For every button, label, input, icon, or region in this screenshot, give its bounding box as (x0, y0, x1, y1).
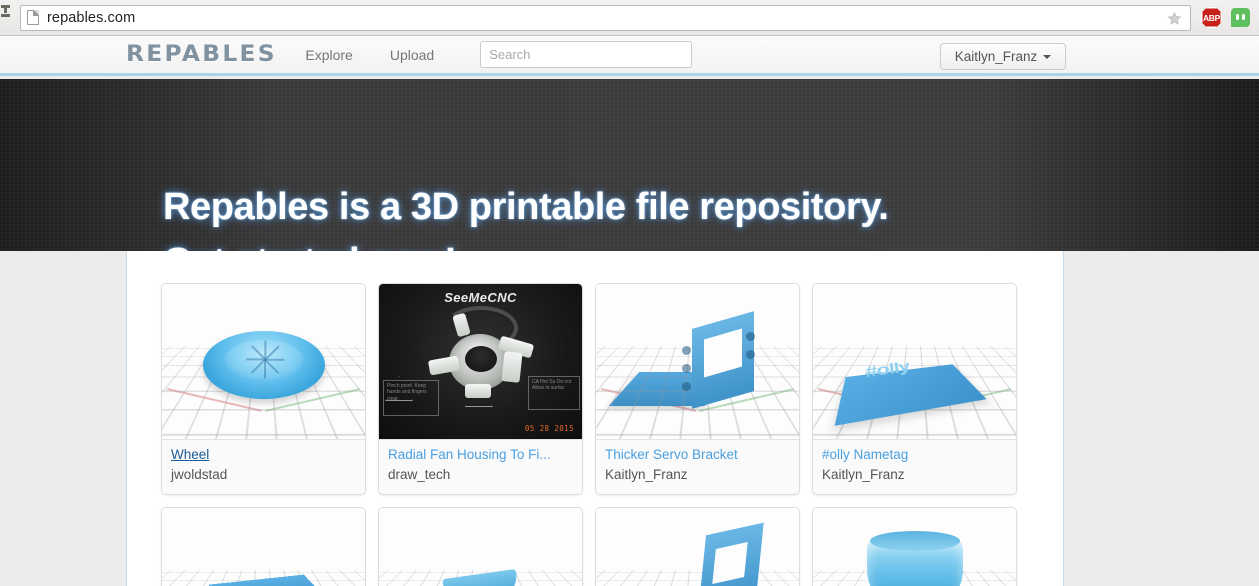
repable-title-link[interactable]: Thicker Servo Bracket (605, 447, 790, 462)
site-logo[interactable]: REPABLES (126, 42, 277, 67)
user-menu-label: Kaitlyn_Franz (954, 49, 1038, 64)
bracket-hole (746, 332, 755, 341)
repable-thumbnail-wedge-curve (379, 508, 582, 586)
repable-caption: #olly Nametag Kaitlyn_Franz (813, 439, 1016, 494)
chevron-down-icon (1043, 54, 1052, 59)
repable-thumbnail-bracket (596, 284, 799, 439)
page-icon (27, 10, 39, 25)
fan-housing-tab (451, 312, 471, 338)
site-navbar: REPABLES Explore Upload Kaitlyn_Franz (0, 36, 1259, 76)
address-bar-url: repables.com (47, 9, 136, 26)
repable-card[interactable]: Wheel jwoldstad (161, 283, 366, 495)
browser-extensions: ABP (1197, 7, 1259, 28)
repable-caption: Thicker Servo Bracket Kaitlyn_Franz (596, 439, 799, 494)
repable-thumbnail-photo: SeeMeCNC Pinch point. Keep hands and fin… (379, 284, 582, 439)
bracket-hole (746, 350, 755, 359)
bracket-hole (682, 364, 691, 373)
adblock-plus-icon[interactable]: ABP (1201, 7, 1222, 28)
repable-author: draw_tech (388, 467, 451, 482)
repable-caption: Radial Fan Housing To Fi... draw_tech (379, 439, 582, 494)
viewer-grid-floor (379, 508, 582, 570)
bracket-hole (682, 382, 691, 391)
repable-author: Kaitlyn_Franz (822, 467, 905, 482)
repable-card-grid: Wheel jwoldstad SeeMeCNC Pinch point. Ke… (127, 251, 1063, 586)
repable-title-link[interactable]: Wheel (171, 447, 356, 462)
repable-card[interactable] (595, 507, 800, 586)
repable-thumbnail-cup (813, 508, 1016, 586)
printer-brand-label: SeeMeCNC (444, 290, 517, 305)
fan-housing-nozzle (500, 351, 523, 383)
repable-thumbnail-wheel (162, 284, 365, 439)
star-icon[interactable] (1166, 10, 1183, 27)
hangouts-icon[interactable] (1231, 8, 1250, 27)
window-edge-icon (1, 4, 10, 19)
address-bar[interactable]: repables.com (20, 4, 1191, 31)
repable-author: Kaitlyn_Franz (605, 467, 688, 482)
nav-item-explore[interactable]: Explore (305, 47, 352, 63)
warning-label-right-text: CA Hot Su Do not Allow to surfac (532, 379, 572, 392)
hero-headline-line2: Get started now! (163, 241, 457, 251)
repable-card[interactable]: #olly #olly Nametag Kaitlyn_Franz (812, 283, 1017, 495)
repable-card[interactable] (161, 507, 366, 586)
hero-headline-line1: Repables is a 3D printable file reposito… (163, 186, 889, 228)
repable-author: jwoldstad (171, 467, 228, 482)
repable-thumbnail-wedge-flat (162, 508, 365, 586)
viewer-grid-floor (596, 508, 799, 570)
adblock-plus-label: ABP (1202, 12, 1221, 23)
search-input[interactable] (480, 41, 693, 68)
repable-card[interactable]: Thicker Servo Bracket Kaitlyn_Franz (595, 283, 800, 495)
fan-housing-bore (464, 346, 497, 372)
warning-label-right: CA Hot Su Do not Allow to surfac (528, 376, 580, 410)
photo-date-stamp: 05 28 2015 (524, 424, 574, 433)
repable-title-link[interactable]: #olly Nametag (822, 447, 1007, 462)
browser-chrome: repables.com ABP (0, 0, 1259, 36)
viewer-grid-floor (162, 508, 365, 570)
wheel-spokes (225, 339, 303, 379)
hero-banner: Repables is a 3D printable file reposito… (0, 79, 1259, 251)
repable-title-link[interactable]: Radial Fan Housing To Fi... (388, 447, 573, 462)
content-container: Wheel jwoldstad SeeMeCNC Pinch point. Ke… (126, 251, 1064, 586)
bracket-hole (682, 346, 691, 355)
repable-thumbnail-nametag: #olly (813, 284, 1016, 439)
repable-card[interactable]: SeeMeCNC Pinch point. Keep hands and fin… (378, 283, 583, 495)
browser-left-stub (0, 0, 14, 36)
viewer-grid-floor (813, 284, 1016, 346)
repable-thumbnail-bracket-2 (596, 508, 799, 586)
repable-card[interactable] (378, 507, 583, 586)
repable-geometry (866, 531, 963, 586)
user-menu-button[interactable]: Kaitlyn_Franz (940, 43, 1066, 70)
repable-card[interactable] (812, 507, 1017, 586)
repable-caption: Wheel jwoldstad (162, 439, 365, 494)
nav-item-upload[interactable]: Upload (390, 47, 434, 63)
